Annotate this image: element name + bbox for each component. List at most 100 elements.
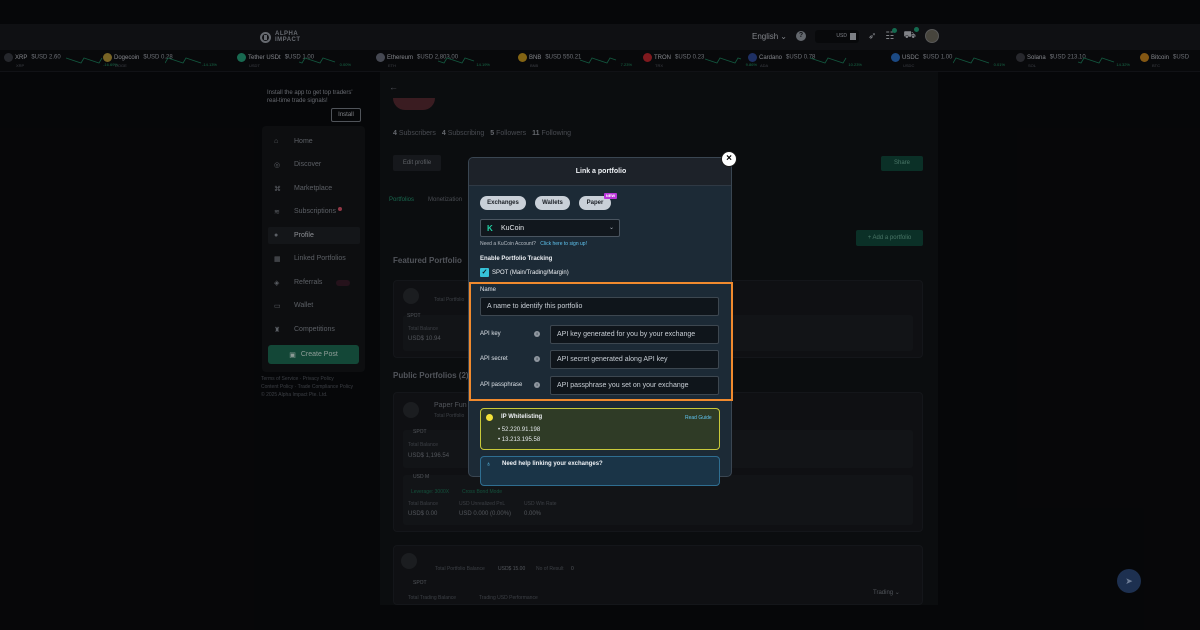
sparkline-line: [705, 57, 742, 64]
spot-checkbox[interactable]: ✓: [480, 268, 489, 277]
ticker-item[interactable]: TRON $USD 0.23 TRX 9.86%: [643, 53, 763, 68]
need-account-text: Need a KuCoin Account? Click here to sig…: [480, 241, 587, 247]
edit-profile-button[interactable]: Edit profile: [393, 155, 441, 171]
ticker-item[interactable]: USDC $USD 1.00 USDC 0.01%: [891, 53, 1011, 68]
public-portfolios-heading: Public Portfolios (2): [393, 371, 469, 380]
sidebar-item-subscriptions[interactable]: ≋ Subscriptions: [268, 203, 360, 220]
share-button[interactable]: Share: [881, 156, 923, 171]
sidebar-item-discover[interactable]: ◎ Discover: [268, 156, 360, 173]
sidebar-item-home[interactable]: ⌂ Home: [268, 133, 360, 150]
spot-tracking-option[interactable]: ✓ SPOT (Main/Trading/Margin): [480, 268, 569, 277]
subscribing-stat[interactable]: 4 Subscribing: [442, 130, 484, 137]
coin-icon: [237, 53, 246, 62]
tasks-icon[interactable]: ☷: [885, 27, 898, 42]
notification-dot: [913, 26, 919, 32]
featured-total-label: Total Portfolio: [434, 297, 465, 303]
install-button[interactable]: Install: [331, 108, 361, 122]
back-arrow-icon[interactable]: ←: [389, 82, 398, 92]
ticker-item[interactable]: Ethereum $USD 2,803.00 ETH 14.19%: [376, 53, 496, 68]
ticker-change: 0.01%: [993, 62, 1005, 67]
alpha-impact-logo[interactable]: ALPHA IMPACT: [260, 31, 301, 43]
read-guide-link[interactable]: Read Guide: [685, 415, 712, 421]
featured-total-balance-label: Total Balance: [408, 326, 439, 332]
subscribers-stat[interactable]: 4 Subscribers: [393, 130, 436, 137]
cart-icon[interactable]: ⛟: [903, 26, 919, 43]
compass-icon: ◎: [274, 161, 281, 169]
sidebar-item-wallet[interactable]: ▭ Wallet: [268, 297, 360, 314]
sidebar-item-marketplace[interactable]: ⌘ Marketplace: [268, 180, 360, 197]
ip-address-2[interactable]: • 13.213.195.58: [498, 437, 540, 443]
tab-exchanges[interactable]: Exchanges: [480, 196, 526, 210]
api-passphrase-input[interactable]: API passphrase you set on your exchange: [550, 376, 719, 395]
currency-selector[interactable]: USD: [814, 29, 859, 43]
ticker-item[interactable]: Cardano $USD 0.78 ADA 10.23%: [748, 53, 868, 68]
api-key-input[interactable]: API key generated for you by your exchan…: [550, 325, 719, 344]
ticker-coin-name: Bitcoin: [1151, 54, 1170, 61]
featured-portfolio-heading: Featured Portfolio: [393, 256, 462, 265]
ticker-item[interactable]: Tether USDt $USD 1.00 USDT 0.00%: [237, 53, 357, 68]
info-icon[interactable]: i: [534, 356, 540, 362]
chevron-down-icon: ⌄: [894, 590, 900, 596]
sparkline-chart: [953, 57, 990, 64]
tab-monetization[interactable]: Monetization: [428, 197, 462, 203]
help-icon[interactable]: ?: [795, 31, 806, 41]
ticker-price: $USD 2.60: [31, 54, 61, 61]
help-title[interactable]: Need help linking your exchanges?: [502, 461, 603, 467]
telegram-icon[interactable]: ➤: [1117, 569, 1141, 593]
tab-portfolios[interactable]: Portfolios: [389, 197, 414, 203]
rocket-icon[interactable]: ➶: [868, 31, 876, 42]
footer-terms-link[interactable]: Terms of Service · Privacy Policy: [261, 375, 371, 383]
need-account-label: Need a KuCoin Account?: [480, 241, 536, 247]
sidebar-item-linked-portfolios[interactable]: ▦ Linked Portfolios: [268, 250, 360, 267]
ticker-coin-name: Solana: [1027, 54, 1046, 61]
sparkline-chart: [299, 57, 336, 64]
ticker-price: $USD 550.21: [545, 54, 582, 61]
gift-icon: ◈: [274, 279, 280, 287]
top-header: [0, 24, 1200, 50]
create-post-label: Create Post: [300, 351, 338, 358]
info-icon[interactable]: i: [534, 382, 540, 388]
info-icon[interactable]: i: [534, 331, 540, 337]
header-actions: English ⌄ ? USD ➶ ☷ ⛟: [752, 26, 939, 43]
tab-wallets[interactable]: Wallets: [535, 196, 570, 210]
api-secret-input[interactable]: API secret generated along API key: [550, 350, 719, 369]
ticker-price: $USD: [1173, 54, 1190, 61]
language-selector[interactable]: English ⌄: [752, 32, 787, 41]
ticker-coin-name: Cardano: [759, 54, 783, 61]
ticker-item[interactable]: Solana $USD 213.10 SOL 14.32%: [1016, 53, 1136, 68]
ticker-item[interactable]: Bitcoin $USD BTC: [1140, 53, 1200, 68]
exchange-select[interactable]: K KuCoin ⌄: [480, 219, 620, 237]
sparkline-chart: [810, 57, 847, 64]
portfolio-name-input[interactable]: A name to identify this portfolio: [480, 297, 719, 316]
chevron-down-icon: ⌄: [780, 31, 787, 41]
sidebar-item-label: Profile: [294, 232, 314, 239]
sidebar-item-profile[interactable]: ● Profile: [268, 227, 360, 244]
ticker-coin-name: Tether USDt: [248, 54, 281, 61]
signup-link[interactable]: Click here to sign up!: [540, 241, 587, 247]
ip-address-1[interactable]: • 52.220.91.198: [498, 427, 540, 433]
ticker-item[interactable]: BNB $USD 550.21 BNB 7.23%: [518, 53, 638, 68]
user-avatar[interactable]: [924, 29, 939, 43]
linked-portfolio-card[interactable]: [393, 545, 923, 605]
sparkline-chart: [580, 57, 617, 64]
following-stat[interactable]: 11 Following: [532, 130, 571, 137]
binance-coin-icon: [403, 288, 419, 304]
sidebar-item-label: Home: [294, 138, 313, 145]
sparkline-chart: [165, 57, 202, 64]
ticker-item[interactable]: Dogecoin $USD 0.28 DOGE -14.13%: [103, 53, 223, 68]
followers-stat[interactable]: 5 Followers: [490, 130, 526, 137]
create-post-button[interactable]: ▣ Create Post: [268, 345, 359, 364]
trading-dropdown[interactable]: Trading ⌄: [873, 589, 900, 596]
name-label: Name: [480, 287, 497, 293]
bottom-spot-label: SPOT: [413, 580, 427, 586]
coin-icon: [1140, 53, 1149, 62]
sidebar-item-label: Linked Portfolios: [294, 255, 346, 262]
coin-icon: [643, 53, 652, 62]
sidebar-item-referrals[interactable]: ◈ Referrals: [268, 274, 360, 291]
close-icon[interactable]: ×: [721, 151, 737, 167]
sparkline-chart: [438, 57, 475, 64]
add-portfolio-button[interactable]: + Add a portfolio: [856, 230, 923, 246]
sidebar-item-label: Wallet: [294, 302, 314, 309]
sidebar-item-competitions[interactable]: ♜ Competitions: [268, 321, 360, 338]
footer-content-link[interactable]: Content Policy · Trade Compliance Policy: [261, 383, 371, 391]
